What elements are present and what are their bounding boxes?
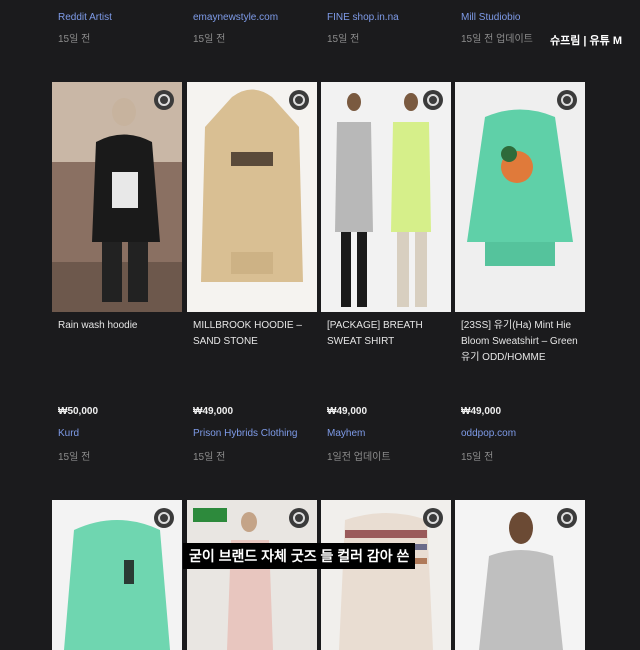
date-label: 15일 전 xyxy=(58,452,91,463)
product-image[interactable] xyxy=(455,82,585,312)
visual-search-icon[interactable] xyxy=(154,508,174,528)
product-price: ₩50,000 xyxy=(58,406,99,417)
product-card[interactable] xyxy=(321,500,451,650)
product-image[interactable] xyxy=(187,500,317,650)
product-title[interactable]: Rain wash hoodie xyxy=(58,318,178,334)
product-photo xyxy=(467,109,573,266)
date-label: 15일 전 xyxy=(193,34,226,45)
visual-search-icon[interactable] xyxy=(557,90,577,110)
date-label: 15일 전 xyxy=(58,34,91,45)
product-card[interactable]: [23SS] 유기(Ha) Mint Hie Bloom Sweatshirt … xyxy=(455,82,585,482)
date-label: 15일 전 업데이트 xyxy=(461,34,533,45)
date-label: 15일 전 xyxy=(327,34,360,45)
seller-link[interactable]: oddpop.com xyxy=(461,428,516,439)
product-image[interactable] xyxy=(52,500,182,650)
product-photo xyxy=(52,82,182,312)
seller-link[interactable]: Mill Studiobio xyxy=(461,12,520,23)
seller-link[interactable]: Prison Hybrids Clothing xyxy=(193,428,298,439)
seller-link[interactable]: FINE shop.in.na xyxy=(327,12,399,23)
visual-search-icon[interactable] xyxy=(289,90,309,110)
product-card[interactable] xyxy=(187,500,317,650)
product-card[interactable]: Rain wash hoodie ₩50,000 Kurd 15일 전 xyxy=(52,82,182,482)
visual-search-icon[interactable] xyxy=(289,508,309,528)
date-label: 15일 전 xyxy=(193,452,226,463)
seller-link[interactable]: emaynewstyle.com xyxy=(193,12,278,23)
product-card[interactable] xyxy=(455,500,585,650)
product-title[interactable]: [23SS] 유기(Ha) Mint Hie Bloom Sweatshirt … xyxy=(461,318,581,366)
product-image[interactable] xyxy=(52,82,182,312)
visual-search-icon[interactable] xyxy=(423,90,443,110)
product-image[interactable] xyxy=(187,82,317,312)
date-label: 15일 전 xyxy=(461,452,494,463)
date-label: 1일전 업데이트 xyxy=(327,452,391,463)
product-card[interactable]: [PACKAGE] BREATH SWEAT SHIRT ₩49,000 May… xyxy=(321,82,451,482)
overlay-badge: 슈프림 | 유튜 M xyxy=(549,35,622,47)
top-item-1[interactable]: Reddit Artist 15일 전 xyxy=(52,0,182,52)
video-subtitle: 굳이 브랜드 자체 굿즈 들 컬러 감아 쓴 xyxy=(183,543,416,569)
product-photo xyxy=(201,89,303,282)
top-item-2[interactable]: emaynewstyle.com 15일 전 xyxy=(187,0,317,52)
seller-link[interactable]: Reddit Artist xyxy=(58,12,112,23)
product-price: ₩49,000 xyxy=(327,406,368,417)
seller-link[interactable]: Mayhem xyxy=(327,428,365,439)
visual-search-icon[interactable] xyxy=(423,508,443,528)
product-price: ₩49,000 xyxy=(461,406,502,417)
product-card[interactable] xyxy=(52,500,182,650)
product-image[interactable] xyxy=(321,500,451,650)
product-photo xyxy=(335,93,431,307)
product-grid: Reddit Artist 15일 전 emaynewstyle.com 15일… xyxy=(0,0,640,650)
visual-search-icon[interactable] xyxy=(154,90,174,110)
seller-link[interactable]: Kurd xyxy=(58,428,79,439)
product-card[interactable]: MILLBROOK HOODIE – SAND STONE ₩49,000 Pr… xyxy=(187,82,317,482)
product-image[interactable] xyxy=(455,500,585,650)
product-price: ₩49,000 xyxy=(193,406,234,417)
top-item-3[interactable]: FINE shop.in.na 15일 전 xyxy=(321,0,451,52)
product-title[interactable]: MILLBROOK HOODIE – SAND STONE xyxy=(193,318,313,350)
product-title[interactable]: [PACKAGE] BREATH SWEAT SHIRT xyxy=(327,318,447,350)
visual-search-icon[interactable] xyxy=(557,508,577,528)
product-image[interactable] xyxy=(321,82,451,312)
